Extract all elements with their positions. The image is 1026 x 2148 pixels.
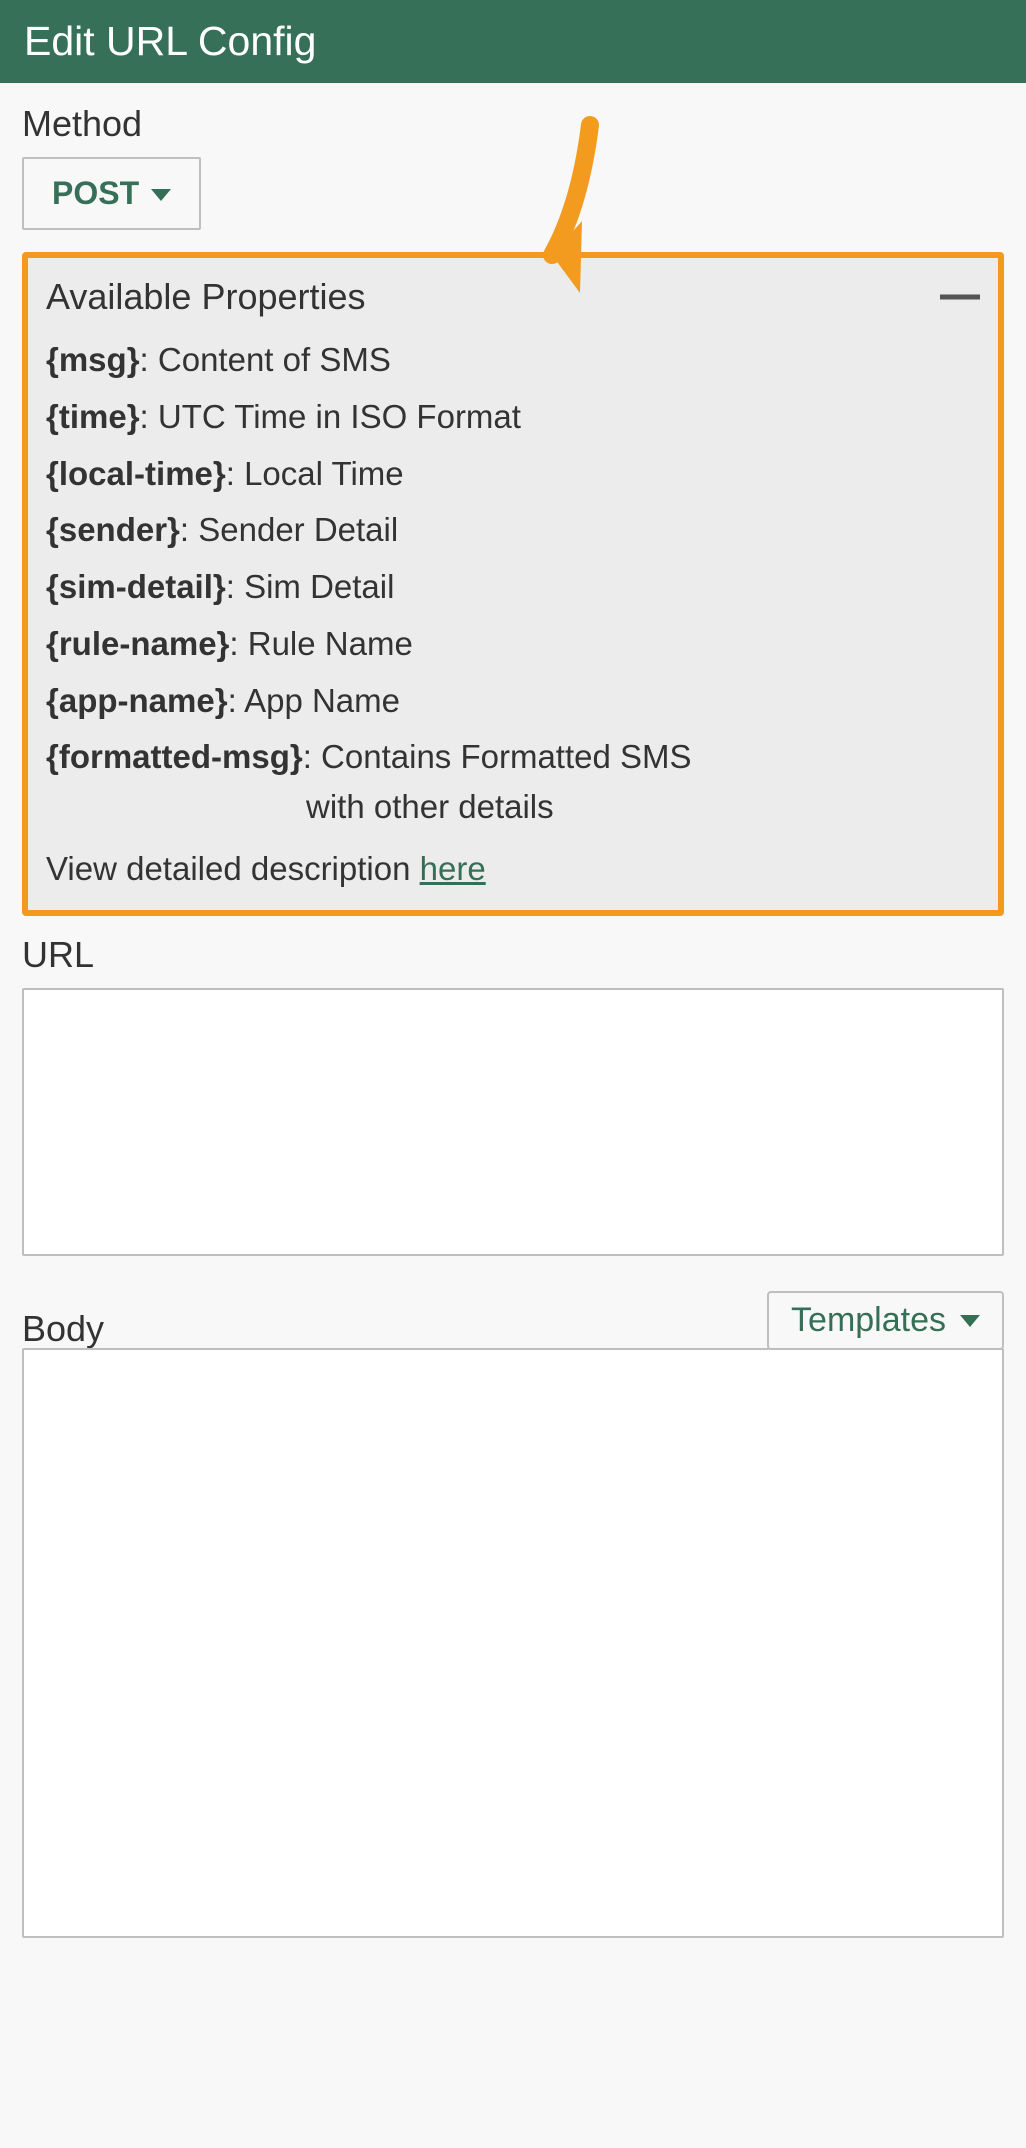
templates-button-label: Templates (791, 1301, 946, 1340)
property-desc: Sim Detail (244, 568, 394, 605)
page-title: Edit URL Config (24, 18, 316, 64)
app-header: Edit URL Config (0, 0, 1026, 83)
property-key: {local-time} (46, 455, 226, 492)
property-key: {sim-detail} (46, 568, 226, 605)
property-item: {sim-detail}: Sim Detail (46, 559, 980, 616)
method-select[interactable]: POST (22, 157, 201, 230)
templates-button[interactable]: Templates (767, 1291, 1004, 1350)
property-key: {app-name} (46, 682, 228, 719)
method-selected-value: POST (52, 175, 139, 212)
url-input[interactable] (22, 988, 1004, 1256)
body-field: Body Templates (22, 1291, 1004, 1943)
content-area: Method POST Available Properties {msg}: … (0, 83, 1026, 1963)
property-desc: Local Time (244, 455, 404, 492)
property-item: {sender}: Sender Detail (46, 502, 980, 559)
property-item: {time}: UTC Time in ISO Format (46, 389, 980, 446)
property-desc: Content of SMS (158, 341, 391, 378)
property-item: {app-name}: App Name (46, 673, 980, 730)
property-key: {time} (46, 398, 140, 435)
properties-list: {msg}: Content of SMS {time}: UTC Time i… (28, 332, 998, 832)
property-desc: Rule Name (248, 625, 413, 662)
properties-panel-title: Available Properties (46, 276, 366, 318)
property-key: {sender} (46, 511, 180, 548)
properties-footer-text: View detailed description (46, 850, 420, 887)
property-key: {msg} (46, 341, 140, 378)
property-desc: App Name (244, 682, 400, 719)
property-desc-continued: with other details (46, 782, 980, 832)
body-input[interactable] (22, 1348, 1004, 1938)
properties-footer: View detailed description here (28, 832, 998, 888)
url-field: URL (22, 934, 1004, 1261)
chevron-down-icon (151, 189, 171, 201)
properties-panel-header[interactable]: Available Properties (28, 276, 998, 332)
property-item: {msg}: Content of SMS (46, 332, 980, 389)
collapse-icon (940, 281, 980, 313)
property-desc: Contains Formatted SMS (321, 738, 691, 775)
body-header-row: Body Templates (22, 1291, 1004, 1350)
chevron-down-icon (960, 1315, 980, 1327)
property-desc: Sender Detail (198, 511, 398, 548)
available-properties-panel: Available Properties {msg}: Content of S… (22, 252, 1004, 916)
body-label: Body (22, 1308, 104, 1350)
url-label: URL (22, 934, 1004, 976)
properties-detail-link[interactable]: here (420, 850, 486, 887)
property-item: {local-time}: Local Time (46, 446, 980, 503)
method-field: Method POST (22, 103, 1004, 230)
property-item: {rule-name}: Rule Name (46, 616, 980, 673)
method-label: Method (22, 103, 1004, 145)
property-item: {formatted-msg}: Contains Formatted SMS (46, 729, 980, 786)
property-key: {formatted-msg} (46, 738, 303, 775)
property-desc: UTC Time in ISO Format (158, 398, 521, 435)
property-key: {rule-name} (46, 625, 229, 662)
